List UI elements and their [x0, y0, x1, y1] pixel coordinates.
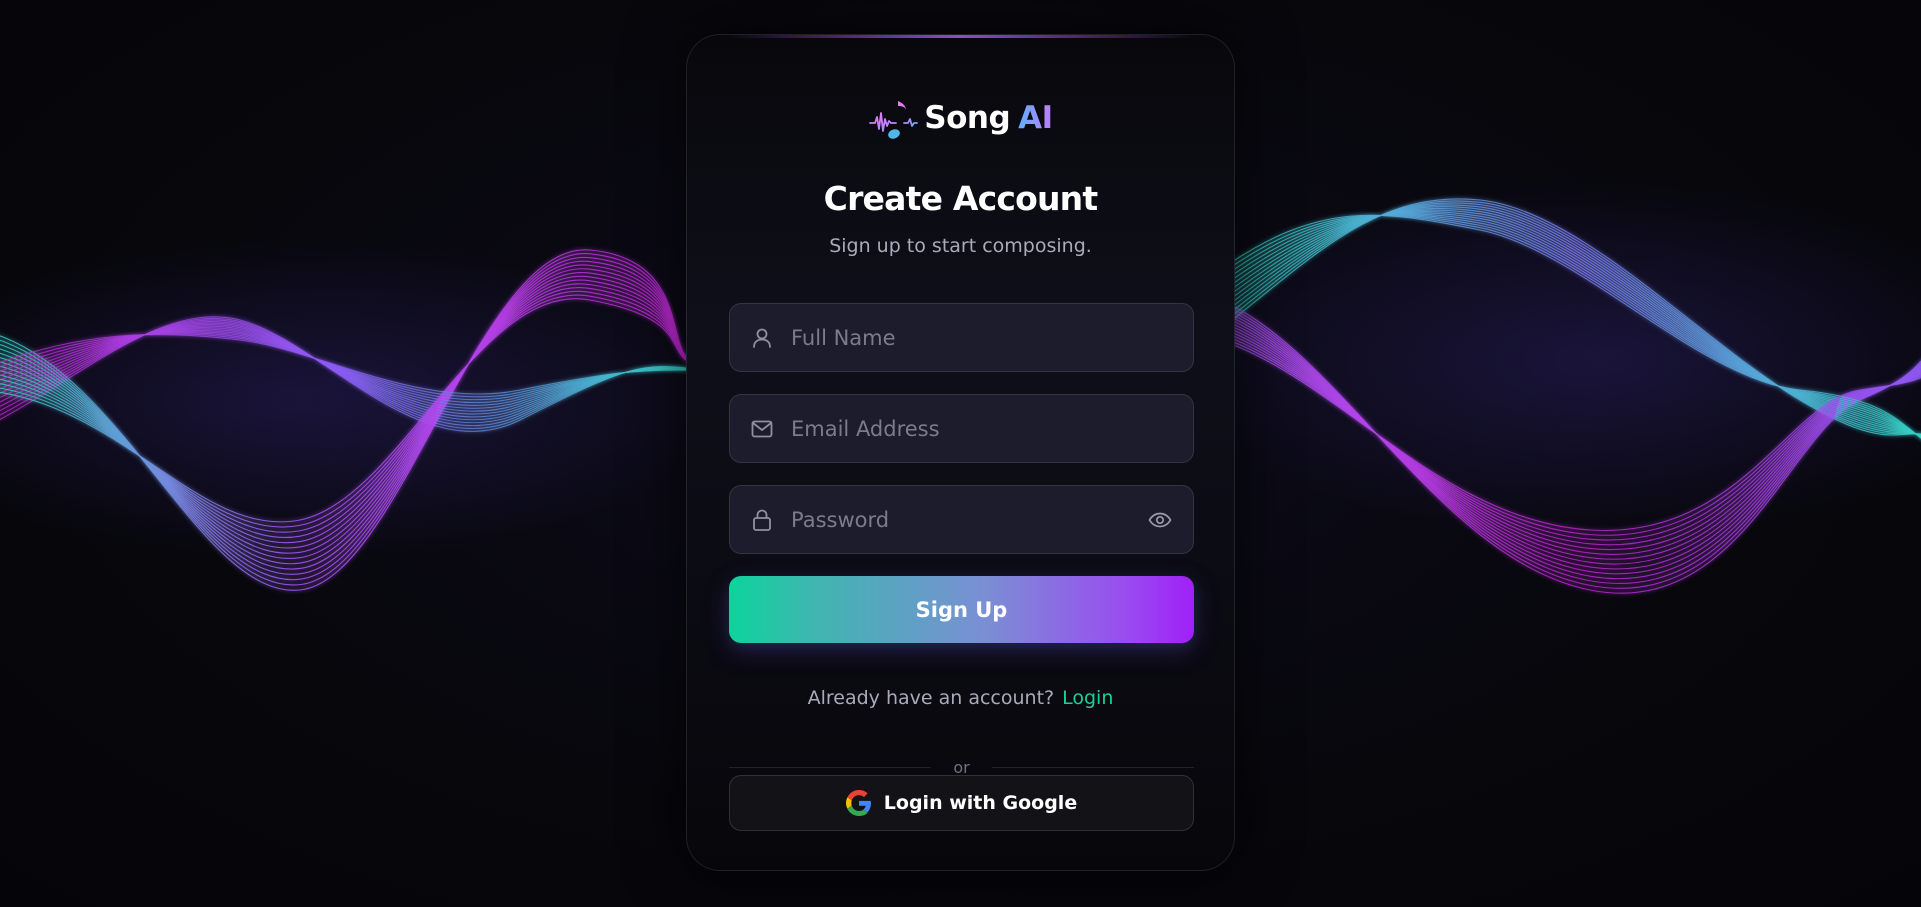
lock-icon — [751, 509, 773, 531]
full-name-input[interactable] — [791, 304, 1193, 371]
full-name-field[interactable] — [729, 303, 1194, 372]
signup-button[interactable]: Sign Up — [729, 576, 1194, 643]
email-input[interactable] — [791, 395, 1193, 462]
login-prompt-text: Already have an account? — [807, 687, 1055, 709]
page-background: Song AI Create Account Sign up to start c… — [0, 0, 1921, 907]
login-prompt: Already have an account? Login — [687, 687, 1234, 709]
divider-line-left — [729, 766, 932, 768]
email-field[interactable] — [729, 394, 1194, 463]
eye-icon[interactable] — [1147, 507, 1173, 533]
brand-name-primary: Song — [924, 100, 1011, 136]
card-accent-line — [727, 35, 1194, 38]
brand-logo: Song AI — [687, 93, 1234, 143]
page-title: Create Account — [823, 179, 1098, 218]
mail-icon — [751, 418, 773, 440]
divider-text: or — [953, 757, 970, 777]
google-icon — [845, 790, 871, 816]
or-divider: or — [729, 757, 1194, 777]
page-subtitle: Sign up to start composing. — [829, 235, 1092, 257]
password-input[interactable] — [791, 486, 1147, 553]
login-link[interactable]: Login — [1062, 687, 1113, 709]
signup-card: Song AI Create Account Sign up to start c… — [686, 34, 1235, 871]
music-note-waveform-icon — [869, 99, 919, 139]
google-login-label: Login with Google — [883, 792, 1078, 814]
user-icon — [751, 327, 773, 349]
password-field[interactable] — [729, 485, 1194, 554]
brand-name-accent: AI — [1018, 100, 1053, 136]
google-login-button[interactable]: Login with Google — [729, 775, 1194, 831]
divider-line-right — [991, 766, 1194, 768]
brand-name: Song AI — [924, 100, 1053, 136]
